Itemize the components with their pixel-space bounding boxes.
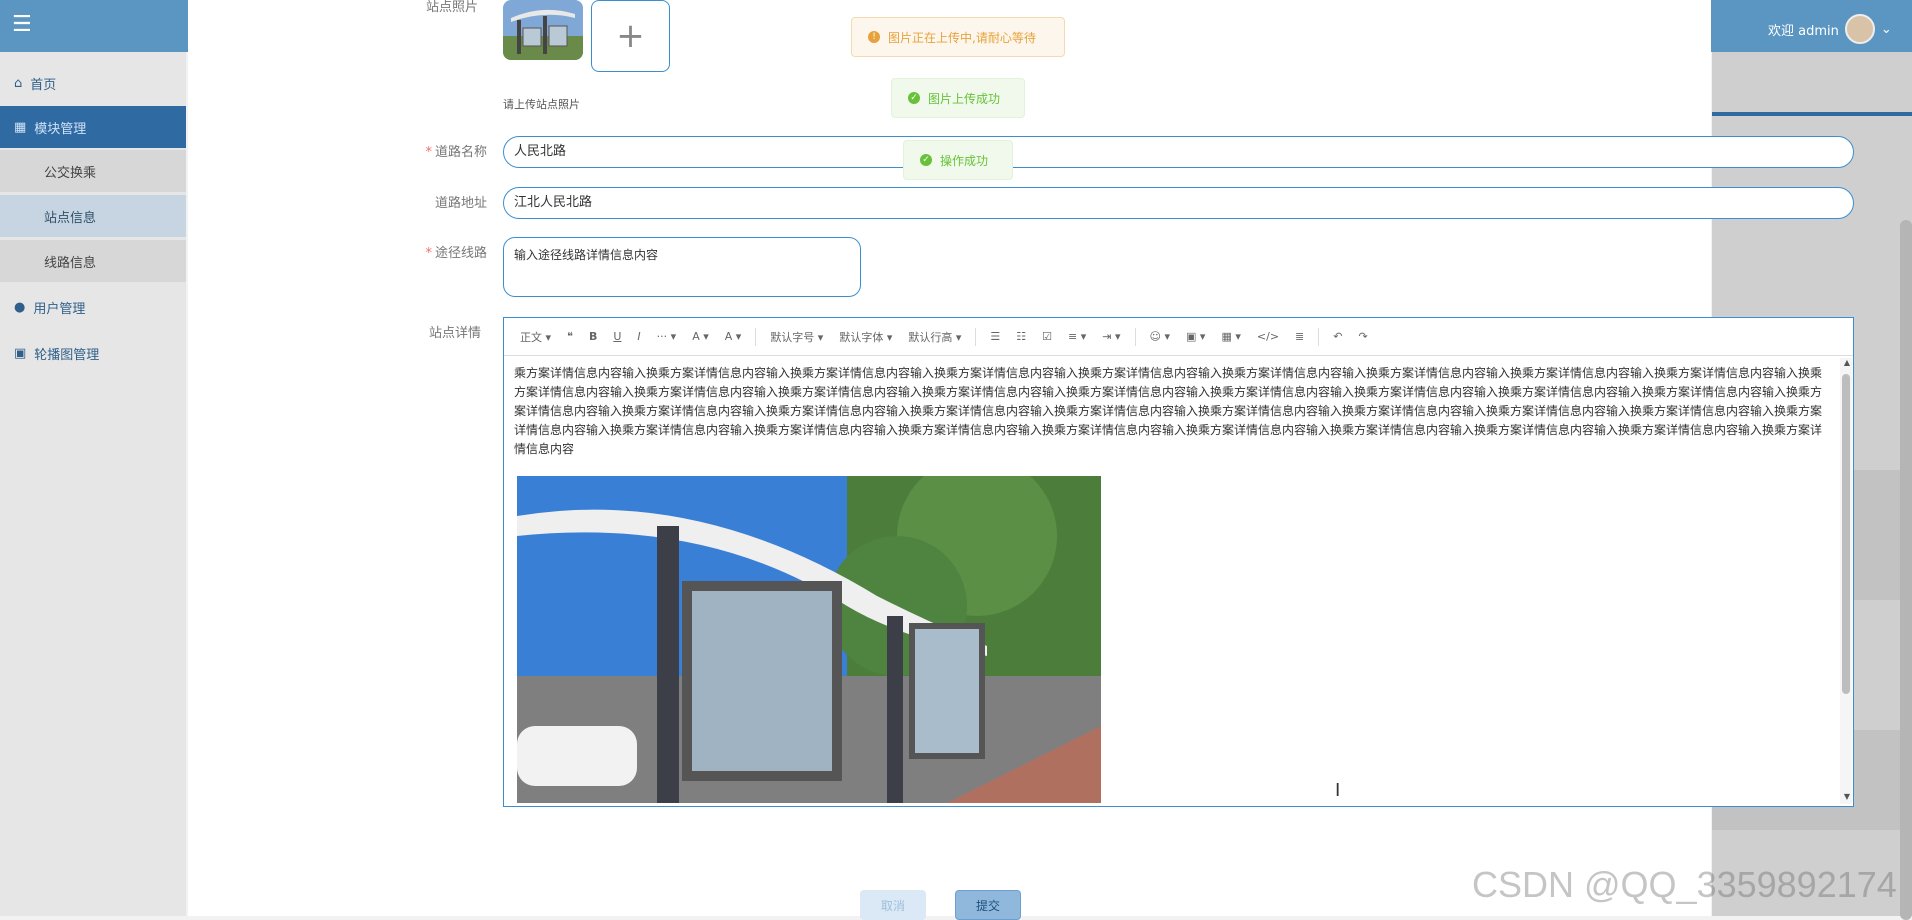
carousel-icon: ▣ <box>14 345 27 361</box>
font-size-select[interactable]: 默认字号 ▾ <box>764 327 829 347</box>
editor-toolbar: 正文 ▾ ❝ B U I ··· ▾ A ▾ A ▾ 默认字号 ▾ 默认字体 ▾… <box>504 318 1853 356</box>
sidebar-item-label: 模块管理 <box>34 121 87 137</box>
route-label: * 途径线路 <box>425 246 487 261</box>
underline-icon[interactable]: U <box>607 328 627 345</box>
scroll-down-icon[interactable]: ▼ <box>1844 792 1850 801</box>
align-icon[interactable]: ≡ ▾ <box>1062 328 1092 345</box>
code-icon[interactable]: </> <box>1251 328 1285 345</box>
edit-dialog: 站点照片 + 请上传站点照片 * 道路名称 人民北路 道路地址 江北人民北路 * 途… <box>188 0 1854 916</box>
editor-content[interactable]: 乘方案详情信息内容输入换乘方案详情信息内容输入换乘方案详情信息内容输入换乘方案详… <box>514 364 1824 459</box>
toolbar-divider <box>1318 327 1320 346</box>
photo-upload-hint: 请上传站点照片 <box>503 98 580 111</box>
sidebar-item-label: 线路信息 <box>44 255 97 271</box>
home-icon: ⌂ <box>14 75 23 91</box>
paragraph-format-select[interactable]: 正文 ▾ <box>514 327 557 347</box>
italic-icon[interactable]: I <box>631 328 646 345</box>
line-height-select[interactable]: 默认行高 ▾ <box>902 327 967 347</box>
emoji-icon[interactable]: ☺ ▾ <box>1144 328 1177 345</box>
toast-message: 操作成功 <box>940 153 989 168</box>
sidebar: ⌂ 首页 ▦ 模块管理 公交换乘 站点信息 线路信息 ● 用户管理 ▣ 轮播图管… <box>0 52 186 916</box>
page-scrollbar[interactable] <box>1900 220 1912 920</box>
route-textarea[interactable]: 输入途径线路详情信息内容 <box>503 237 861 297</box>
welcome-text: 欢迎 admin <box>1768 23 1839 39</box>
sidebar-item-station-info[interactable]: 站点信息 <box>0 195 186 237</box>
road-address-label: 道路地址 <box>434 196 487 211</box>
numbered-list-icon[interactable]: ☷ <box>1010 328 1032 345</box>
plus-icon: + <box>616 16 645 56</box>
add-photo-button[interactable]: + <box>591 0 670 72</box>
sidebar-item-transfer[interactable]: 公交换乘 <box>0 150 186 192</box>
toolbar-divider <box>975 327 977 346</box>
toolbar-divider <box>1134 327 1136 346</box>
photo-label: 站点照片 <box>425 0 478 15</box>
sidebar-item-label: 公交换乘 <box>44 165 97 181</box>
sidebar-item-line-info[interactable]: 线路信息 <box>0 240 186 282</box>
font-family-select[interactable]: 默认字体 ▾ <box>833 327 898 347</box>
text-cursor-icon: I <box>1335 780 1341 801</box>
background-accent-bar <box>1712 112 1912 116</box>
sidebar-item-label: 站点信息 <box>44 210 97 226</box>
avatar[interactable] <box>1844 14 1875 44</box>
success-check-icon: ✓ <box>908 92 920 104</box>
hamburger-menu-icon[interactable]: ☰ <box>12 14 34 36</box>
undo-icon[interactable]: ↶ <box>1327 328 1348 345</box>
station-photo-thumbnail[interactable] <box>503 0 583 60</box>
bulleted-list-icon[interactable]: ☰ <box>984 328 1006 345</box>
sidebar-item-users[interactable]: ● 用户管理 <box>0 286 186 328</box>
sidebar-item-carousel[interactable]: ▣ 轮播图管理 <box>0 332 186 374</box>
toast-message: 图片正在上传中,请耐心等待 <box>888 30 1036 45</box>
warning-icon: ! <box>868 31 880 43</box>
more-icon[interactable]: ··· ▾ <box>651 328 683 345</box>
indent-icon[interactable]: ⇥ ▾ <box>1096 328 1126 345</box>
operation-success-toast: ✓ 操作成功 <box>903 140 1013 180</box>
watermark: CSDN @QQ_3359892174 <box>1472 864 1897 905</box>
bold-icon[interactable]: B <box>583 328 603 345</box>
editor-scroll-thumb[interactable] <box>1842 374 1850 694</box>
chevron-down-icon[interactable]: ⌄ <box>1881 22 1892 37</box>
sidebar-item-home[interactable]: ⌂ 首页 <box>0 62 186 104</box>
redo-icon[interactable]: ↷ <box>1352 328 1373 345</box>
module-icon: ▦ <box>14 119 27 135</box>
user-welcome[interactable]: 欢迎 admin ⌄ <box>1768 14 1892 44</box>
road-name-label: * 道路名称 <box>425 145 487 160</box>
sidebar-item-label: 用户管理 <box>33 301 86 317</box>
quote-icon[interactable]: ❝ <box>561 328 579 345</box>
scroll-up-icon[interactable]: ▲ <box>1844 358 1850 367</box>
success-check-icon: ✓ <box>920 154 932 166</box>
station-photo-image[interactable] <box>517 476 1101 803</box>
image-icon[interactable]: ▣ ▾ <box>1180 328 1211 345</box>
todo-icon[interactable]: ☑ <box>1036 328 1058 345</box>
divider-icon[interactable]: ≣ <box>1289 328 1310 345</box>
user-icon: ● <box>14 299 26 315</box>
toolbar-divider <box>755 327 757 346</box>
font-color-icon[interactable]: A ▾ <box>686 328 715 345</box>
table-icon[interactable]: ▦ ▾ <box>1215 328 1246 345</box>
uploading-toast: ! 图片正在上传中,请耐心等待 <box>851 17 1065 57</box>
road-address-input[interactable]: 江北人民北路 <box>503 187 1854 219</box>
sidebar-item-label: 首页 <box>30 77 57 93</box>
sidebar-item-label: 轮播图管理 <box>34 347 100 363</box>
sidebar-item-modules[interactable]: ▦ 模块管理 <box>0 106 186 148</box>
detail-label: 站点详情 <box>428 326 481 341</box>
background-color-icon[interactable]: A ▾ <box>719 328 748 345</box>
road-name-input[interactable]: 人民北路 <box>503 136 1854 168</box>
rich-text-editor[interactable]: 正文 ▾ ❝ B U I ··· ▾ A ▾ A ▾ 默认字号 ▾ 默认字体 ▾… <box>503 317 1854 807</box>
upload-success-toast: ✓ 图片上传成功 <box>891 78 1025 118</box>
toast-message: 图片上传成功 <box>928 91 1001 106</box>
